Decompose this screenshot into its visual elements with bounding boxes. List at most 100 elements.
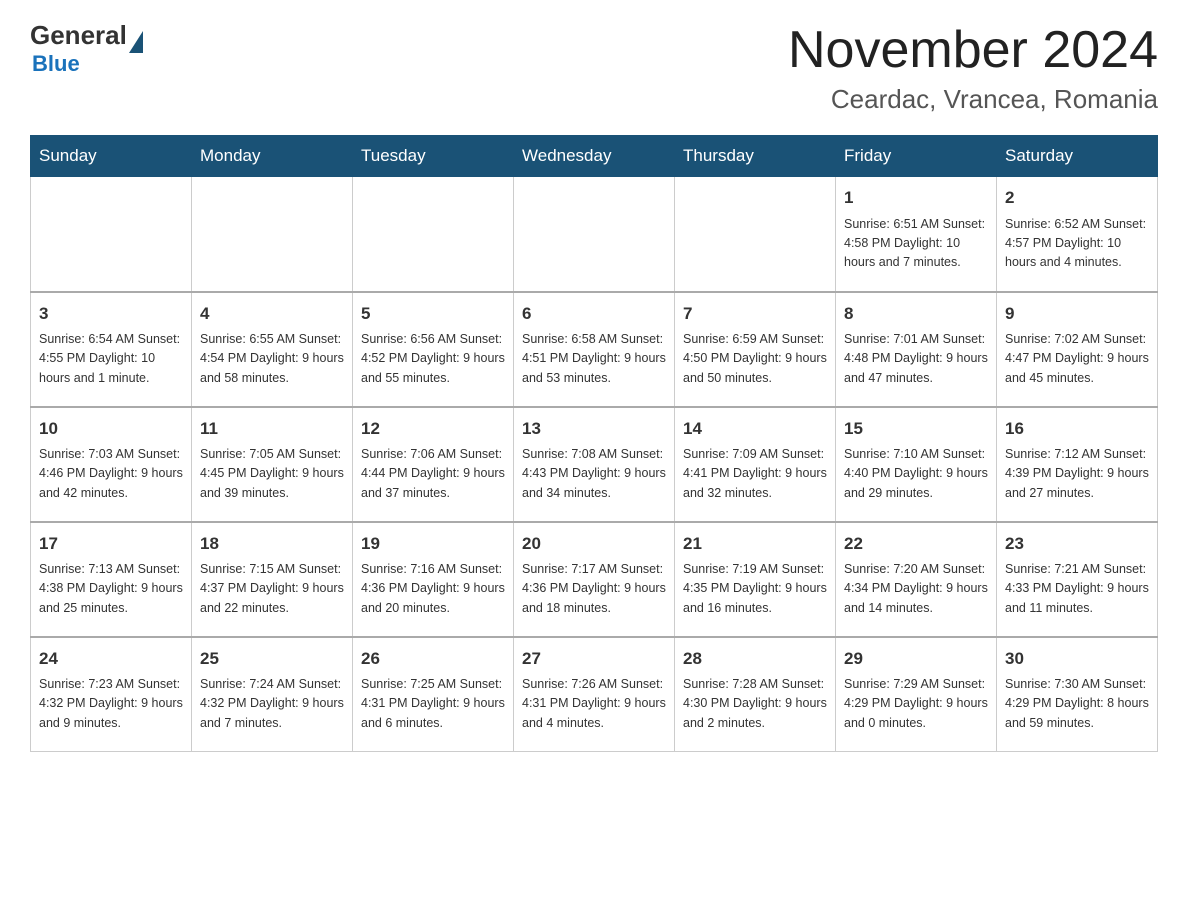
page-header: General Blue November 2024 Ceardac, Vran… <box>30 20 1158 115</box>
calendar-cell: 1Sunrise: 6:51 AM Sunset: 4:58 PM Daylig… <box>836 177 997 292</box>
calendar-cell: 26 Sunrise: 7:25 AM Sunset: 4:31 PM Dayli… <box>353 637 514 752</box>
logo-general-text: General <box>30 20 127 51</box>
day-number: 10 <box>39 416 183 442</box>
calendar-cell: 25Sunrise: 7:24 AM Sunset: 4:32 PM Dayli… <box>192 637 353 752</box>
day-header-thursday: Thursday <box>675 136 836 177</box>
calendar-cell: 29 Sunrise: 7:29 AM Sunset: 4:29 PM Dayli… <box>836 637 997 752</box>
day-header-friday: Friday <box>836 136 997 177</box>
day-header-monday: Monday <box>192 136 353 177</box>
day-number: 30 <box>1005 646 1149 672</box>
calendar-cell: 27Sunrise: 7:26 AM Sunset: 4:31 PM Dayli… <box>514 637 675 752</box>
location-title: Ceardac, Vrancea, Romania <box>788 84 1158 115</box>
calendar-cell: 20 Sunrise: 7:17 AM Sunset: 4:36 PM Dayli… <box>514 522 675 637</box>
day-number: 28 <box>683 646 827 672</box>
day-number: 21 <box>683 531 827 557</box>
day-number: 8 <box>844 301 988 327</box>
calendar-cell: 24 Sunrise: 7:23 AM Sunset: 4:32 PM Dayli… <box>31 637 192 752</box>
week-row-1: 1Sunrise: 6:51 AM Sunset: 4:58 PM Daylig… <box>31 177 1158 292</box>
week-row-2: 3 Sunrise: 6:54 AM Sunset: 4:55 PM Daylig… <box>31 292 1158 407</box>
day-number: 18 <box>200 531 344 557</box>
calendar-cell: 13 Sunrise: 7:08 AM Sunset: 4:43 PM Dayli… <box>514 407 675 522</box>
day-number: 4 <box>200 301 344 327</box>
sun-info: Sunrise: 7:28 AM Sunset: 4:30 PM Dayligh… <box>683 675 827 733</box>
sun-info: Sunrise: 6:59 AM Sunset: 4:50 PM Dayligh… <box>683 330 827 388</box>
sun-info: Sunrise: 7:06 AM Sunset: 4:44 PM Dayligh… <box>361 445 505 503</box>
day-number: 5 <box>361 301 505 327</box>
day-number: 2 <box>1005 185 1149 211</box>
day-number: 16 <box>1005 416 1149 442</box>
sun-info: Sunrise: 6:52 AM Sunset: 4:57 PM Dayligh… <box>1005 215 1149 273</box>
sun-info: Sunrise: 7:21 AM Sunset: 4:33 PM Dayligh… <box>1005 560 1149 618</box>
sun-info: Sunrise: 7:19 AM Sunset: 4:35 PM Dayligh… <box>683 560 827 618</box>
calendar-cell: 9 Sunrise: 7:02 AM Sunset: 4:47 PM Daylig… <box>997 292 1158 407</box>
sun-info: Sunrise: 7:20 AM Sunset: 4:34 PM Dayligh… <box>844 560 988 618</box>
calendar-cell: 15Sunrise: 7:10 AM Sunset: 4:40 PM Dayli… <box>836 407 997 522</box>
calendar-cell: 4 Sunrise: 6:55 AM Sunset: 4:54 PM Daylig… <box>192 292 353 407</box>
sun-info: Sunrise: 6:55 AM Sunset: 4:54 PM Dayligh… <box>200 330 344 388</box>
calendar-cell: 17Sunrise: 7:13 AM Sunset: 4:38 PM Dayli… <box>31 522 192 637</box>
calendar-cell: 28 Sunrise: 7:28 AM Sunset: 4:30 PM Dayli… <box>675 637 836 752</box>
sun-info: Sunrise: 6:58 AM Sunset: 4:51 PM Dayligh… <box>522 330 666 388</box>
day-number: 3 <box>39 301 183 327</box>
calendar-cell <box>353 177 514 292</box>
calendar-cell: 6 Sunrise: 6:58 AM Sunset: 4:51 PM Daylig… <box>514 292 675 407</box>
sun-info: Sunrise: 7:24 AM Sunset: 4:32 PM Dayligh… <box>200 675 344 733</box>
sun-info: Sunrise: 7:26 AM Sunset: 4:31 PM Dayligh… <box>522 675 666 733</box>
calendar-cell: 5 Sunrise: 6:56 AM Sunset: 4:52 PM Daylig… <box>353 292 514 407</box>
day-number: 13 <box>522 416 666 442</box>
sun-info: Sunrise: 7:16 AM Sunset: 4:36 PM Dayligh… <box>361 560 505 618</box>
day-number: 22 <box>844 531 988 557</box>
sun-info: Sunrise: 7:05 AM Sunset: 4:45 PM Dayligh… <box>200 445 344 503</box>
week-row-5: 24 Sunrise: 7:23 AM Sunset: 4:32 PM Dayli… <box>31 637 1158 752</box>
sun-info: Sunrise: 7:23 AM Sunset: 4:32 PM Dayligh… <box>39 675 183 733</box>
sun-info: Sunrise: 7:15 AM Sunset: 4:37 PM Dayligh… <box>200 560 344 618</box>
title-area: November 2024 Ceardac, Vrancea, Romania <box>788 20 1158 115</box>
day-number: 14 <box>683 416 827 442</box>
sun-info: Sunrise: 7:01 AM Sunset: 4:48 PM Dayligh… <box>844 330 988 388</box>
sun-info: Sunrise: 7:17 AM Sunset: 4:36 PM Dayligh… <box>522 560 666 618</box>
week-row-4: 17Sunrise: 7:13 AM Sunset: 4:38 PM Dayli… <box>31 522 1158 637</box>
day-number: 11 <box>200 416 344 442</box>
sun-info: Sunrise: 7:29 AM Sunset: 4:29 PM Dayligh… <box>844 675 988 733</box>
calendar-cell: 22 Sunrise: 7:20 AM Sunset: 4:34 PM Dayli… <box>836 522 997 637</box>
sun-info: Sunrise: 7:09 AM Sunset: 4:41 PM Dayligh… <box>683 445 827 503</box>
calendar-body: 1Sunrise: 6:51 AM Sunset: 4:58 PM Daylig… <box>31 177 1158 752</box>
calendar-cell <box>675 177 836 292</box>
day-number: 26 <box>361 646 505 672</box>
day-number: 7 <box>683 301 827 327</box>
calendar-cell: 18 Sunrise: 7:15 AM Sunset: 4:37 PM Dayli… <box>192 522 353 637</box>
day-number: 6 <box>522 301 666 327</box>
sun-info: Sunrise: 7:25 AM Sunset: 4:31 PM Dayligh… <box>361 675 505 733</box>
day-header-wednesday: Wednesday <box>514 136 675 177</box>
sun-info: Sunrise: 7:30 AM Sunset: 4:29 PM Dayligh… <box>1005 675 1149 733</box>
sun-info: Sunrise: 6:56 AM Sunset: 4:52 PM Dayligh… <box>361 330 505 388</box>
day-number: 19 <box>361 531 505 557</box>
day-number: 9 <box>1005 301 1149 327</box>
calendar-cell <box>192 177 353 292</box>
calendar-cell: 8 Sunrise: 7:01 AM Sunset: 4:48 PM Daylig… <box>836 292 997 407</box>
week-row-3: 10Sunrise: 7:03 AM Sunset: 4:46 PM Dayli… <box>31 407 1158 522</box>
calendar-cell: 12 Sunrise: 7:06 AM Sunset: 4:44 PM Dayli… <box>353 407 514 522</box>
sun-info: Sunrise: 7:10 AM Sunset: 4:40 PM Dayligh… <box>844 445 988 503</box>
sun-info: Sunrise: 7:12 AM Sunset: 4:39 PM Dayligh… <box>1005 445 1149 503</box>
day-number: 12 <box>361 416 505 442</box>
day-header-sunday: Sunday <box>31 136 192 177</box>
calendar-cell: 10Sunrise: 7:03 AM Sunset: 4:46 PM Dayli… <box>31 407 192 522</box>
day-number: 24 <box>39 646 183 672</box>
calendar-header-row: SundayMondayTuesdayWednesdayThursdayFrid… <box>31 136 1158 177</box>
sun-info: Sunrise: 7:13 AM Sunset: 4:38 PM Dayligh… <box>39 560 183 618</box>
sun-info: Sunrise: 6:51 AM Sunset: 4:58 PM Dayligh… <box>844 215 988 273</box>
calendar-cell: 23Sunrise: 7:21 AM Sunset: 4:33 PM Dayli… <box>997 522 1158 637</box>
day-number: 20 <box>522 531 666 557</box>
sun-info: Sunrise: 7:08 AM Sunset: 4:43 PM Dayligh… <box>522 445 666 503</box>
month-title: November 2024 <box>788 20 1158 80</box>
day-number: 29 <box>844 646 988 672</box>
calendar-cell: 14 Sunrise: 7:09 AM Sunset: 4:41 PM Dayli… <box>675 407 836 522</box>
calendar-cell <box>31 177 192 292</box>
calendar-cell: 2 Sunrise: 6:52 AM Sunset: 4:57 PM Daylig… <box>997 177 1158 292</box>
calendar-table: SundayMondayTuesdayWednesdayThursdayFrid… <box>30 135 1158 752</box>
sun-info: Sunrise: 7:02 AM Sunset: 4:47 PM Dayligh… <box>1005 330 1149 388</box>
calendar-cell: 30 Sunrise: 7:30 AM Sunset: 4:29 PM Dayli… <box>997 637 1158 752</box>
sun-info: Sunrise: 6:54 AM Sunset: 4:55 PM Dayligh… <box>39 330 183 388</box>
calendar-cell: 19 Sunrise: 7:16 AM Sunset: 4:36 PM Dayli… <box>353 522 514 637</box>
